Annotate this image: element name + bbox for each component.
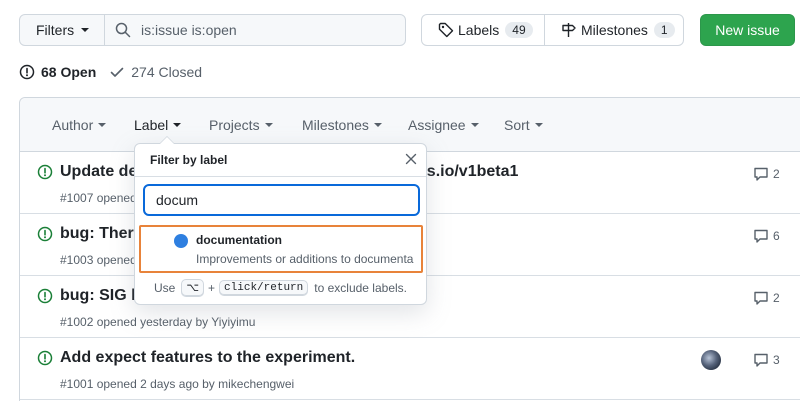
milestones-label: Milestones xyxy=(581,22,648,38)
new-issue-label: New issue xyxy=(715,22,780,38)
issue-title-link[interactable]: Add expect features to the experiment. xyxy=(60,349,355,367)
sort-filter[interactable]: Sort xyxy=(504,117,543,133)
issue-meta: #1001 opened 2 days ago by mikechengwei xyxy=(60,377,295,391)
avatar[interactable] xyxy=(701,350,721,370)
milestone-icon xyxy=(562,23,576,37)
issue-meta: #1003 opened xyxy=(60,253,137,267)
open-issues-link[interactable]: 68 Open xyxy=(19,64,96,80)
label-filter[interactable]: Label xyxy=(134,117,182,133)
close-icon[interactable] xyxy=(404,152,418,166)
issue-meta: #1007 opened xyxy=(60,191,137,205)
chevron-down-icon xyxy=(81,28,90,32)
issue-state-toggle: 68 Open 274 Closed xyxy=(19,62,202,82)
label-filter-input[interactable] xyxy=(143,184,420,216)
labels-count-badge: 49 xyxy=(505,22,533,38)
chevron-down-icon xyxy=(373,123,382,127)
label-filter-dropdown: Filter by label documentation Improvemen… xyxy=(134,136,427,305)
dropdown-caret xyxy=(159,136,175,144)
dropdown-title: Filter by label xyxy=(150,153,228,167)
issue-title-link[interactable]: bug: SIG li xyxy=(60,287,140,305)
comments-link[interactable]: 2 xyxy=(753,290,780,306)
issue-row[interactable]: Add expect features to the experiment. #… xyxy=(20,338,800,400)
milestones-button[interactable]: Milestones 1 xyxy=(544,14,684,46)
comment-count: 3 xyxy=(773,353,780,367)
search-input[interactable]: is:issue is:open xyxy=(104,14,406,46)
comments-link[interactable]: 2 xyxy=(753,166,780,182)
new-issue-button[interactable]: New issue xyxy=(700,14,795,46)
closed-count-label: 274 Closed xyxy=(131,64,203,80)
check-icon xyxy=(110,67,124,77)
projects-filter[interactable]: Projects xyxy=(209,117,273,133)
issue-open-icon xyxy=(37,350,53,366)
label-option-documentation[interactable]: documentation Improvements or additions … xyxy=(139,225,423,273)
tag-icon xyxy=(438,22,454,38)
comments-link[interactable]: 6 xyxy=(753,228,780,244)
footer-tail-text: to exclude labels. xyxy=(314,281,407,295)
chevron-down-icon xyxy=(98,123,107,127)
search-icon xyxy=(115,22,131,38)
filters-label: Filters xyxy=(36,22,75,38)
dropdown-footer-hint: Use ⌥ + click/return to exclude labels. xyxy=(135,279,426,297)
option-key: ⌥ xyxy=(181,279,205,297)
closed-issues-link[interactable]: 274 Closed xyxy=(109,64,202,80)
click-return-key: click/return xyxy=(219,280,309,296)
assignee-filter[interactable]: Assignee xyxy=(408,117,479,133)
comment-icon xyxy=(754,167,768,181)
comment-count: 2 xyxy=(773,291,780,305)
comment-icon xyxy=(754,229,768,243)
labels-label: Labels xyxy=(458,22,500,38)
filters-button[interactable]: Filters xyxy=(19,14,105,46)
issue-open-icon xyxy=(37,288,53,304)
comments-link[interactable]: 3 xyxy=(753,352,780,368)
issue-open-icon xyxy=(37,164,53,180)
comment-count: 2 xyxy=(773,167,780,181)
label-color-swatch xyxy=(174,234,188,248)
label-option-name: documentation xyxy=(196,233,282,247)
issue-title-link[interactable]: Update de xyxy=(60,163,137,181)
comment-count: 6 xyxy=(773,229,780,243)
comment-icon xyxy=(754,353,768,367)
comment-icon xyxy=(754,291,768,305)
author-filter[interactable]: Author xyxy=(52,117,107,133)
issue-title-link[interactable]: bug: There xyxy=(60,225,143,243)
divider xyxy=(135,176,426,177)
open-count-label: 68 Open xyxy=(41,64,97,80)
chevron-down-icon xyxy=(470,123,479,127)
milestones-count-badge: 1 xyxy=(653,22,675,38)
chevron-down-icon xyxy=(173,123,182,127)
issue-meta: #1002 opened yesterday by Yiyiyimu xyxy=(60,315,256,329)
footer-plus: + xyxy=(208,281,216,295)
chevron-down-icon xyxy=(534,123,543,127)
footer-use-text: Use xyxy=(154,281,176,295)
label-option-description: Improvements or additions to documenta..… xyxy=(196,252,414,266)
milestones-filter[interactable]: Milestones xyxy=(302,117,382,133)
issue-open-icon xyxy=(19,64,35,80)
labels-button[interactable]: Labels 49 xyxy=(421,14,545,46)
chevron-down-icon xyxy=(264,123,273,127)
search-value: is:issue is:open xyxy=(141,22,237,38)
issue-open-icon xyxy=(37,226,53,242)
